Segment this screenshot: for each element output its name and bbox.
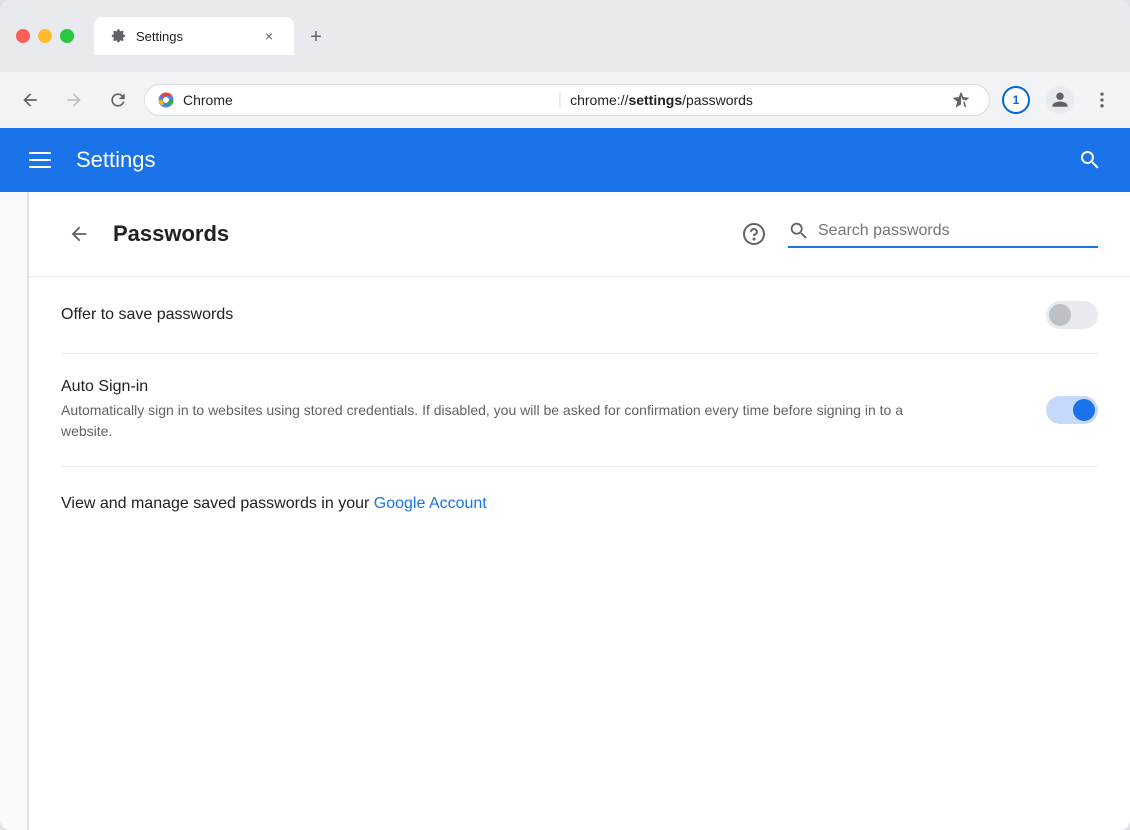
auto-signin-content: Auto Sign-in Automatically sign in to we… — [61, 378, 1046, 442]
passwords-header: Passwords — [29, 192, 1130, 277]
search-passwords-icon — [788, 220, 810, 242]
maximize-window-button[interactable] — [60, 29, 74, 43]
content-area: Passwords — [28, 192, 1130, 830]
settings-search-button[interactable] — [1070, 140, 1110, 180]
tab-close-button[interactable]: × — [260, 27, 278, 45]
chrome-icon — [157, 91, 175, 109]
offer-to-save-toggle[interactable] — [1046, 301, 1098, 329]
auto-signin-toggle[interactable] — [1046, 396, 1098, 424]
addressbar-row: Chrome | chrome://settings/passwords 1 — [0, 72, 1130, 128]
address-url: chrome://settings/passwords — [570, 92, 937, 108]
search-icon — [1078, 148, 1102, 172]
onepassword-extension-icon[interactable]: 1 — [1002, 86, 1030, 114]
tab-title: Settings — [136, 29, 252, 44]
passwords-page-title: Passwords — [113, 221, 720, 247]
back-button[interactable] — [12, 82, 48, 118]
active-tab[interactable]: Settings × — [94, 17, 294, 55]
search-passwords-input[interactable] — [818, 222, 1098, 240]
help-icon — [742, 222, 766, 246]
settings-header: Settings — [0, 128, 1130, 192]
settings-tab-icon — [110, 27, 128, 45]
extension-area: 1 — [1002, 84, 1118, 116]
reload-button[interactable] — [100, 82, 136, 118]
titlebar: Settings × + — [0, 0, 1130, 72]
google-account-row: View and manage saved passwords in your … — [29, 467, 1130, 541]
back-arrow-icon — [68, 223, 90, 245]
browser-window: Settings × + Chrome — [0, 0, 1130, 830]
settings-header-title: Settings — [76, 147, 1070, 173]
profile-button[interactable] — [1046, 86, 1074, 114]
bookmark-button[interactable] — [945, 84, 977, 116]
google-account-text: View and manage saved passwords in your — [61, 495, 374, 512]
forward-button[interactable] — [56, 82, 92, 118]
auto-signin-row: Auto Sign-in Automatically sign in to we… — [61, 354, 1098, 467]
auto-signin-title: Auto Sign-in — [61, 378, 1046, 396]
tab-bar: Settings × + — [94, 17, 1114, 55]
address-divider: | — [558, 91, 562, 109]
new-tab-button[interactable]: + — [302, 23, 330, 51]
google-account-link[interactable]: Google Account — [374, 495, 487, 512]
offer-to-save-row: Offer to save passwords — [61, 277, 1098, 354]
address-bar[interactable]: Chrome | chrome://settings/passwords — [144, 84, 990, 116]
hamburger-menu-button[interactable] — [20, 140, 60, 180]
url-bold-part: settings — [628, 92, 682, 108]
sidebar — [0, 192, 28, 830]
settings-section: Offer to save passwords Auto Sign-in Aut… — [29, 277, 1130, 467]
minimize-window-button[interactable] — [38, 29, 52, 43]
toggle-thumb — [1049, 304, 1071, 326]
toggle-thumb-on — [1073, 399, 1095, 421]
passwords-back-button[interactable] — [61, 216, 97, 252]
address-brand: Chrome — [183, 92, 550, 108]
search-passwords-container — [788, 220, 1098, 248]
traffic-lights — [16, 29, 74, 43]
help-button[interactable] — [736, 216, 772, 252]
close-window-button[interactable] — [16, 29, 30, 43]
more-menu-button[interactable] — [1086, 84, 1118, 116]
hamburger-icon — [29, 152, 51, 168]
offer-to-save-content: Offer to save passwords — [61, 306, 1046, 324]
auto-signin-description: Automatically sign in to websites using … — [61, 400, 921, 442]
offer-to-save-label: Offer to save passwords — [61, 306, 1046, 324]
page-layout: Passwords — [0, 192, 1130, 830]
